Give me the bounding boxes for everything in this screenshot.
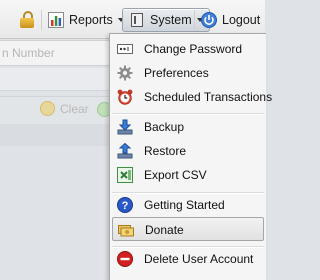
menu-item-donate[interactable]: Donate — [112, 217, 264, 241]
menu-item-label: Getting Started — [144, 198, 225, 212]
delete-icon — [117, 251, 133, 267]
menu-item-label: Scheduled Transactions — [144, 90, 273, 104]
spreadsheet-export-icon — [117, 167, 133, 183]
menu-item-restore[interactable]: Restore — [112, 139, 264, 163]
menu-item-backup[interactable]: Backup — [112, 115, 264, 139]
menu-item-export-csv[interactable]: Export CSV — [112, 163, 264, 187]
system-dropdown-menu: Change Password Preferences Scheduled Tr… — [109, 33, 272, 280]
help-icon: ? — [117, 197, 133, 213]
system-menu-button[interactable]: System — [122, 8, 210, 32]
reports-menu-button[interactable]: Reports — [48, 9, 124, 31]
number-field-placeholder: n Number — [2, 46, 55, 60]
toolbar-divider — [194, 10, 195, 30]
logout-button[interactable]: Logout — [201, 9, 260, 31]
menu-item-delete-user-account[interactable]: Delete User Account — [112, 247, 264, 271]
system-window-icon — [129, 12, 145, 28]
download-arrow-icon — [117, 119, 133, 135]
power-icon — [201, 12, 217, 28]
menu-item-label: Restore — [144, 144, 187, 158]
clear-button[interactable]: Clear — [40, 101, 89, 116]
menu-item-label: Backup — [144, 120, 185, 134]
menu-item-change-password[interactable]: Change Password — [112, 37, 264, 61]
form-row — [0, 68, 110, 91]
upload-arrow-icon — [117, 142, 133, 159]
logout-label: Logout — [222, 13, 261, 27]
lock-icon[interactable] — [20, 11, 34, 29]
menu-item-label: Change Password — [144, 42, 243, 56]
menu-item-preferences[interactable]: Preferences — [112, 61, 264, 85]
menu-item-label: Delete User Account — [144, 252, 254, 266]
form-row — [0, 124, 110, 146]
alarm-clock-icon — [117, 89, 133, 105]
menu-item-getting-started[interactable]: ? Getting Started — [112, 193, 264, 217]
menu-item-label: Preferences — [144, 66, 209, 80]
svg-text:?: ? — [122, 200, 129, 212]
money-icon — [118, 222, 134, 238]
menu-item-label: Export CSV — [144, 168, 207, 182]
toolbar-divider — [41, 10, 42, 30]
menu-item-scheduled-transactions[interactable]: Scheduled Transactions — [112, 85, 272, 109]
password-field-icon — [117, 41, 133, 57]
gear-icon — [117, 65, 133, 81]
menu-item-label: Donate — [145, 223, 184, 237]
number-field[interactable]: n Number — [0, 40, 111, 66]
clear-icon — [40, 101, 55, 116]
reports-label: Reports — [69, 13, 113, 27]
bar-chart-icon — [48, 12, 64, 28]
clear-label: Clear — [60, 101, 89, 116]
system-label: System — [150, 13, 192, 27]
